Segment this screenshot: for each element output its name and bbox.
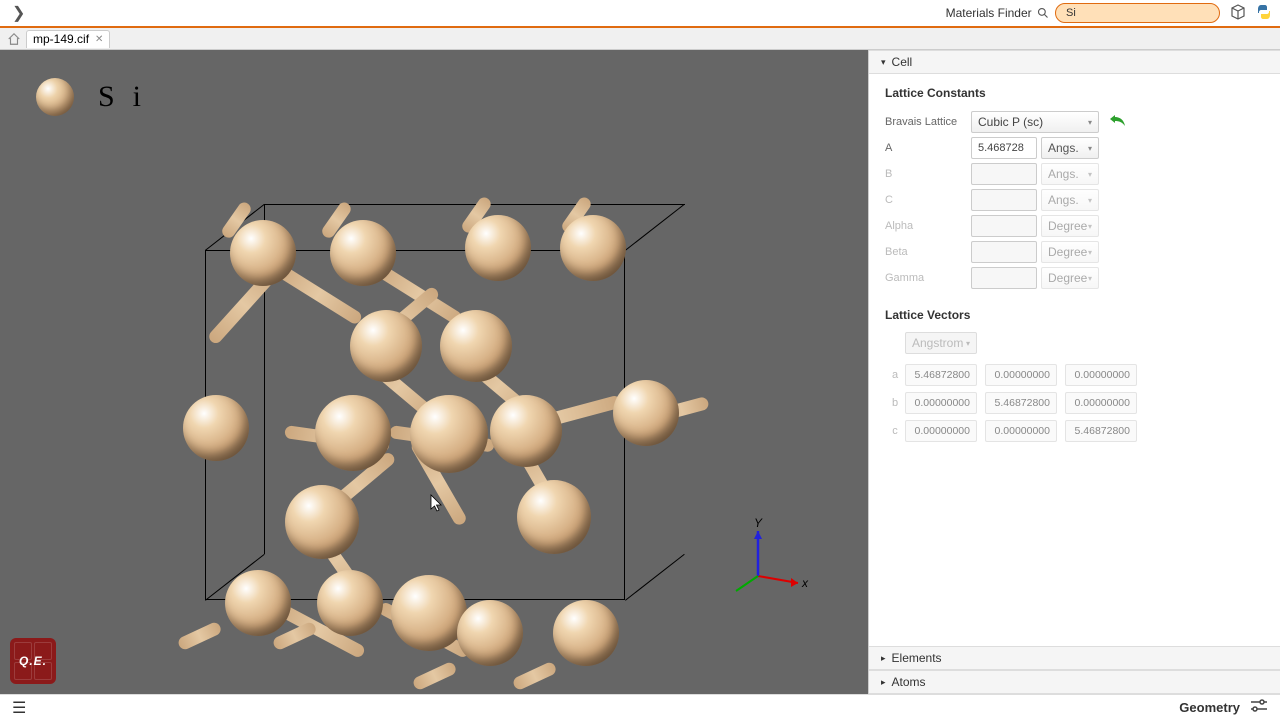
c-unit-select: Angs.▾ [1041, 189, 1099, 211]
vec-a-row: a [885, 362, 1264, 388]
alpha-input [971, 215, 1037, 237]
b-unit-select: Angs.▾ [1041, 163, 1099, 185]
section-cell-body: Lattice Constants Bravais Lattice Cubic … [869, 74, 1280, 646]
axis-gizmo: x Y [728, 521, 808, 604]
b-row: B Angs.▾ [885, 162, 1264, 186]
vec-a-z [1065, 364, 1137, 386]
alpha-row: Alpha Degree▾ [885, 214, 1264, 238]
top-toolbar: ❯ Materials Finder [0, 0, 1280, 28]
tab-bar: mp-149.cif ✕ [0, 28, 1280, 50]
beta-input [971, 241, 1037, 263]
file-tab[interactable]: mp-149.cif ✕ [26, 30, 110, 48]
legend: Si [36, 78, 159, 116]
geometry-label: Geometry [1179, 700, 1240, 715]
3d-viewport[interactable]: Si [0, 50, 868, 694]
triangle-right-icon: ▸ [881, 677, 886, 688]
lattice-constants-label: Lattice Constants [885, 86, 1264, 100]
legend-atom-icon [36, 78, 74, 116]
crystal-structure [165, 200, 725, 670]
search-icon [1037, 7, 1049, 19]
vec-a-y [985, 364, 1057, 386]
section-elements-header[interactable]: ▸ Elements [869, 646, 1280, 670]
vec-c-row: c [885, 418, 1264, 444]
beta-row: Beta Degree▾ [885, 240, 1264, 264]
lattice-vectors-label: Lattice Vectors [885, 308, 1264, 322]
cube-icon[interactable] [1230, 4, 1246, 23]
search-input[interactable] [1055, 3, 1220, 23]
triangle-right-icon: ▸ [881, 653, 886, 664]
properties-panel: ▾ Cell Lattice Constants Bravais Lattice… [868, 50, 1280, 694]
revert-icon[interactable] [1109, 113, 1127, 132]
a-unit-select[interactable]: Angs.▾ [1041, 137, 1099, 159]
triangle-down-icon: ▾ [881, 57, 886, 68]
c-row: C Angs.▾ [885, 188, 1264, 212]
a-input[interactable] [971, 137, 1037, 159]
a-row: A Angs.▾ [885, 136, 1264, 160]
python-icon[interactable] [1256, 4, 1272, 23]
vec-c-y [985, 420, 1057, 442]
svg-text:Y: Y [754, 516, 763, 530]
gamma-input [971, 267, 1037, 289]
beta-unit-select: Degree▾ [1041, 241, 1099, 263]
alpha-unit-select: Degree▾ [1041, 215, 1099, 237]
legend-element: Si [98, 80, 159, 114]
vec-b-row: b [885, 390, 1264, 416]
vec-a-x [905, 364, 977, 386]
svg-text:x: x [801, 576, 809, 590]
bottom-toolbar: ☰ Geometry [0, 694, 1280, 720]
vec-c-z [1065, 420, 1137, 442]
qe-button[interactable]: Q.E. [10, 638, 56, 684]
bravais-row: Bravais Lattice Cubic P (sc)▾ [885, 110, 1264, 134]
vec-b-y [985, 392, 1057, 414]
gamma-unit-select: Degree▾ [1041, 267, 1099, 289]
mouse-cursor-icon [430, 494, 444, 515]
vec-b-z [1065, 392, 1137, 414]
chevron-right-icon[interactable]: ❯ [8, 3, 29, 23]
bravais-select[interactable]: Cubic P (sc)▾ [971, 111, 1099, 133]
materials-finder-label: Materials Finder [946, 6, 1049, 20]
b-input [971, 163, 1037, 185]
tab-filename: mp-149.cif [33, 32, 89, 46]
section-atoms-header[interactable]: ▸ Atoms [869, 670, 1280, 694]
vec-c-x [905, 420, 977, 442]
section-cell-header[interactable]: ▾ Cell [869, 50, 1280, 74]
close-tab-icon[interactable]: ✕ [95, 34, 103, 45]
c-input [971, 189, 1037, 211]
hamburger-icon[interactable]: ☰ [12, 698, 26, 718]
vec-b-x [905, 392, 977, 414]
vector-unit-select: Angstrom▾ [905, 332, 977, 354]
home-icon[interactable] [4, 30, 24, 48]
settings-sliders-icon[interactable] [1250, 699, 1268, 716]
gamma-row: Gamma Degree▾ [885, 266, 1264, 290]
